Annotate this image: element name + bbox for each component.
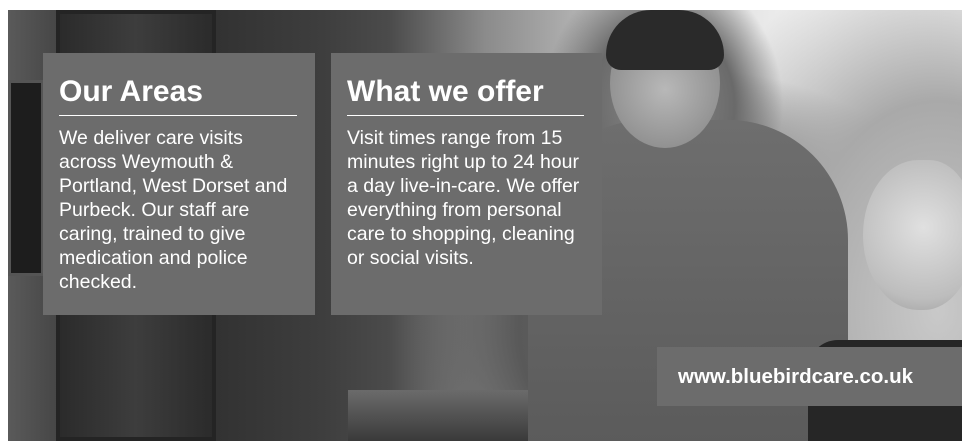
what-we-offer-title: What we offer xyxy=(347,75,544,108)
carer-hair xyxy=(606,10,724,70)
our-areas-panel: Our Areas We deliver care visits across … xyxy=(43,53,315,315)
our-areas-divider xyxy=(59,115,297,116)
advert-banner: Our Areas We deliver care visits across … xyxy=(0,0,962,441)
what-we-offer-text: Visit times range from 15 minutes right … xyxy=(347,127,580,269)
what-we-offer-divider xyxy=(347,115,584,116)
website-url[interactable]: www.bluebirdcare.co.uk xyxy=(657,347,962,406)
our-areas-text: We deliver care visits across Weymouth &… xyxy=(59,127,288,293)
our-areas-title: Our Areas xyxy=(59,75,203,108)
wall-picture-frame xyxy=(8,80,44,276)
elderly-man-face xyxy=(863,160,962,310)
what-we-offer-panel: What we offer Visit times range from 15 … xyxy=(331,53,602,315)
